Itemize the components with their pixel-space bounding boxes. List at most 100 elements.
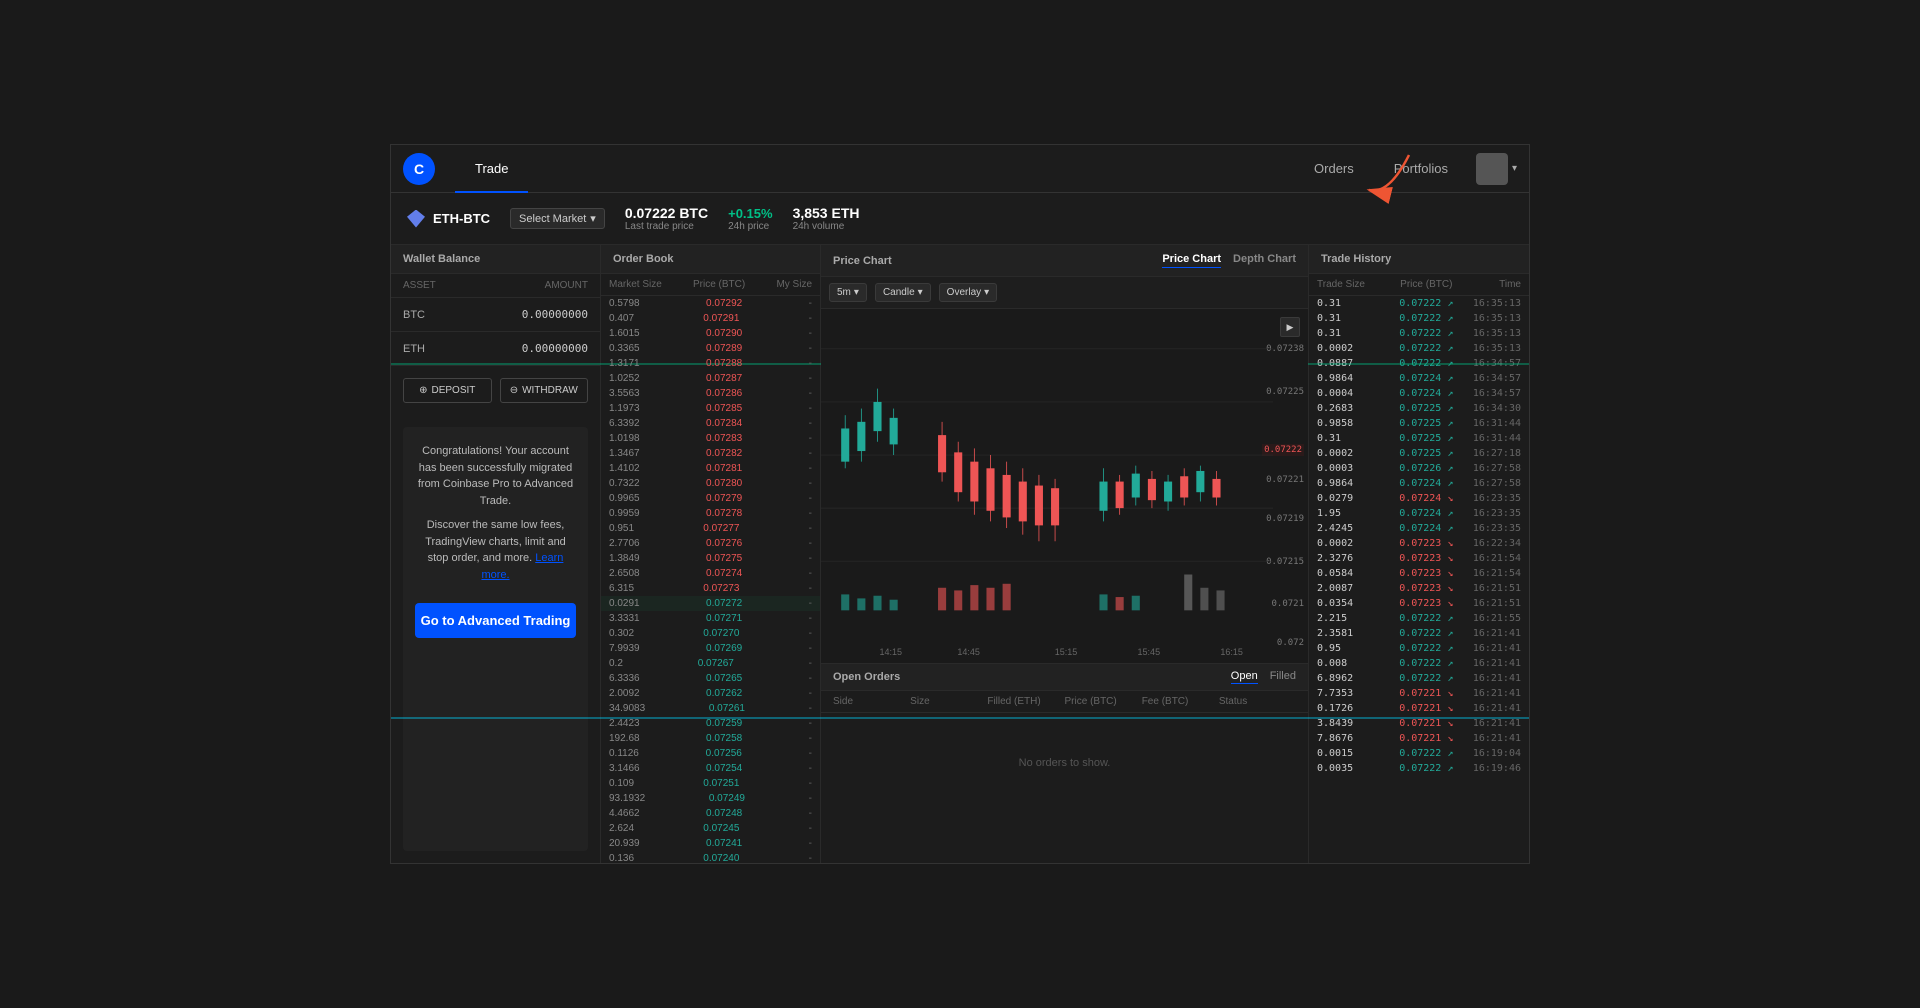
withdraw-button[interactable]: ⊖ WITHDRAW <box>500 378 589 403</box>
order-book-sell-row: 6.315 0.07273 - <box>601 581 820 596</box>
nav-tab-trade[interactable]: Trade <box>455 145 528 193</box>
trade-history-row: 0.31 0.07225 ↗ 16:31:44 <box>1309 431 1529 446</box>
trade-history-row: 7.7353 0.07221 ↘ 16:21:41 <box>1309 686 1529 701</box>
wallet-amount-btc: 0.00000000 <box>522 308 588 321</box>
order-book-buy-row: 2.624 0.07245 - <box>601 821 820 836</box>
order-book-buy-row: 34.9083 0.07261 - <box>601 701 820 716</box>
order-book-buy-row: 4.4662 0.07248 - <box>601 806 820 821</box>
order-book-sell-row: 1.3849 0.07275 - <box>601 551 820 566</box>
order-book-sell-row: 0.9959 0.07278 - <box>601 506 820 521</box>
chart-area: Price Chart Price Chart Depth Chart 5m ▾… <box>821 245 1309 863</box>
discover-text: Discover the same low fees, TradingView … <box>415 517 576 583</box>
deposit-icon: ⊕ <box>419 385 427 396</box>
order-book-buy-row: 2.0092 0.07262 - <box>601 686 820 701</box>
time-label-4: 15:45 <box>1138 647 1161 657</box>
trade-history-row: 0.0002 0.07225 ↗ 16:27:18 <box>1309 446 1529 461</box>
order-book: Order Book Market Size Price (BTC) My Si… <box>601 245 821 863</box>
order-book-buy-row: 0.136 0.07240 - <box>601 851 820 863</box>
order-book-buy-row: 0.0291 0.07272 - <box>601 596 820 611</box>
time-label-5: 16:15 <box>1220 647 1243 657</box>
trade-history-col-headers: Trade Size Price (BTC) Time <box>1309 274 1529 296</box>
overlay-chevron: ▾ <box>984 287 989 298</box>
order-book-sell-row: 1.3171 0.07288 - <box>601 356 820 371</box>
decorative-line-cyan <box>391 717 1529 719</box>
wallet-row-btc: BTC 0.00000000 <box>391 298 600 332</box>
order-book-buy-row: 0.302 0.07270 - <box>601 626 820 641</box>
trade-history-row: 0.0003 0.07226 ↗ 16:27:58 <box>1309 461 1529 476</box>
tab-price-chart[interactable]: Price Chart <box>1162 253 1221 268</box>
trade-history-header: Trade History <box>1309 245 1529 274</box>
trade-history-row: 0.9864 0.07224 ↗ 16:27:58 <box>1309 476 1529 491</box>
wallet-col-headers: Asset Amount <box>391 274 600 298</box>
market-header: ETH-BTC Select Market ▾ 0.07222 BTC Last… <box>391 193 1529 245</box>
user-menu-chevron[interactable]: ▾ <box>1512 163 1517 174</box>
deposit-button[interactable]: ⊕ DEPOSIT <box>403 378 492 403</box>
trade-history-row: 0.0002 0.07223 ↘ 16:22:34 <box>1309 536 1529 551</box>
chart-play-button[interactable]: ▶ <box>1280 317 1300 337</box>
open-orders: Open Orders Open Filled Side Size Filled… <box>821 663 1308 863</box>
trade-history-row: 0.9864 0.07224 ↗ 16:34:57 <box>1309 371 1529 386</box>
wallet-asset-eth: ETH <box>403 343 425 355</box>
order-book-rows: 0.5798 0.07292 - 0.407 0.07291 - 1.6015 … <box>601 296 820 863</box>
order-book-sell-row: 0.7322 0.07280 - <box>601 476 820 491</box>
order-book-sell-row: 1.4102 0.07281 - <box>601 461 820 476</box>
order-book-sell-row: 0.9965 0.07279 - <box>601 491 820 506</box>
order-book-buy-row: 3.1466 0.07254 - <box>601 761 820 776</box>
select-market-button[interactable]: Select Market ▾ <box>510 208 605 229</box>
trade-history-row: 1.95 0.07224 ↗ 16:23:35 <box>1309 506 1529 521</box>
order-book-sell-row: 0.951 0.07277 - <box>601 521 820 536</box>
trade-history-row: 0.95 0.07222 ↗ 16:21:41 <box>1309 641 1529 656</box>
select-market-chevron: ▾ <box>590 212 596 225</box>
tab-open[interactable]: Open <box>1231 670 1258 684</box>
open-orders-col-headers: Side Size Filled (ETH) Price (BTC) Fee (… <box>821 691 1308 713</box>
migration-banner: Congratulations! Your account has been s… <box>403 427 588 851</box>
order-book-col-headers: Market Size Price (BTC) My Size <box>601 274 820 296</box>
wallet-balance-header: Wallet Balance <box>391 245 600 274</box>
time-label-3: 15:15 <box>1055 647 1078 657</box>
open-orders-header: Open Orders Open Filled <box>821 664 1308 691</box>
tab-filled[interactable]: Filled <box>1270 670 1296 684</box>
main-layout: Wallet Balance Asset Amount BTC 0.000000… <box>391 245 1529 863</box>
coinbase-logo[interactable]: C <box>403 153 435 185</box>
tab-depth-chart[interactable]: Depth Chart <box>1233 253 1296 268</box>
order-book-buy-row: 6.3336 0.07265 - <box>601 671 820 686</box>
chart-tabs: Price Chart Depth Chart <box>1162 253 1296 268</box>
trade-history-row: 2.4245 0.07224 ↗ 16:23:35 <box>1309 521 1529 536</box>
order-book-buy-row: 7.9939 0.07269 - <box>601 641 820 656</box>
app-container: C Trade Orders Portfolios ▾ ETH-BTC <box>390 144 1530 864</box>
trade-history-row: 2.0087 0.07223 ↘ 16:21:51 <box>1309 581 1529 596</box>
goto-advanced-trading-button[interactable]: Go to Advanced Trading <box>415 603 576 638</box>
trade-history-row: 0.0002 0.07222 ↗ 16:35:13 <box>1309 341 1529 356</box>
chart-type-chevron: ▾ <box>918 287 923 298</box>
nav-tab-orders[interactable]: Orders <box>1294 145 1374 193</box>
order-book-buy-row: 2.4423 0.07259 - <box>601 716 820 731</box>
order-book-buy-row: 192.68 0.07258 - <box>601 731 820 746</box>
timeframe-button[interactable]: 5m ▾ <box>829 283 867 302</box>
order-book-buy-row: 20.939 0.07241 - <box>601 836 820 851</box>
trade-history-row: 7.8676 0.07221 ↘ 16:21:41 <box>1309 731 1529 746</box>
chart-type-button[interactable]: Candle ▾ <box>875 283 931 302</box>
open-orders-empty: No orders to show. <box>821 713 1308 813</box>
order-book-sell-row: 2.6508 0.07274 - <box>601 566 820 581</box>
eth-icon <box>407 210 425 228</box>
user-avatar[interactable] <box>1476 153 1508 185</box>
trade-history-row: 2.215 0.07222 ↗ 16:21:55 <box>1309 611 1529 626</box>
overlay-button[interactable]: Overlay ▾ <box>939 283 997 302</box>
trade-history-row: 0.1726 0.07221 ↘ 16:21:41 <box>1309 701 1529 716</box>
trade-history: Trade History Trade Size Price (BTC) Tim… <box>1309 245 1529 863</box>
nav-tab-portfolios[interactable]: Portfolios <box>1374 145 1468 193</box>
order-book-sell-row: 1.0198 0.07283 - <box>601 431 820 446</box>
volume: 3,853 ETH 24h volume <box>793 205 860 232</box>
wallet-amount-eth: 0.00000000 <box>522 342 588 355</box>
order-book-buy-row: 93.1932 0.07249 - <box>601 791 820 806</box>
logo-letter: C <box>414 161 424 177</box>
chart-title: Price Chart <box>833 255 892 267</box>
trade-history-row: 2.3276 0.07223 ↘ 16:21:54 <box>1309 551 1529 566</box>
wallet-row-eth: ETH 0.00000000 <box>391 332 600 366</box>
order-book-sell-row: 2.7706 0.07276 - <box>601 536 820 551</box>
price-level-6: 0.0721 <box>1271 599 1304 609</box>
timeframe-chevron: ▾ <box>854 287 859 298</box>
order-book-sell-row: 6.3392 0.07284 - <box>601 416 820 431</box>
chart-canvas: ▶ 0.07238 0.07225 0.07222 0.07221 0.0721… <box>821 309 1308 663</box>
trade-history-row: 0.008 0.07222 ↗ 16:21:41 <box>1309 656 1529 671</box>
